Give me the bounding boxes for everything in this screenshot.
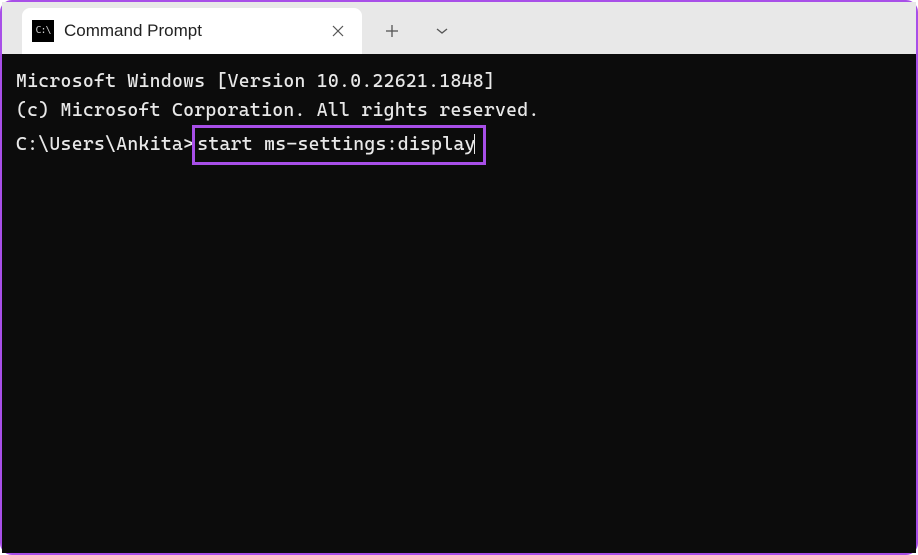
close-icon	[332, 25, 344, 37]
tab-dropdown-button[interactable]	[420, 12, 464, 50]
text-cursor	[474, 134, 476, 154]
terminal-output[interactable]: Microsoft Windows [Version 10.0.22621.18…	[2, 54, 916, 553]
plus-icon	[385, 24, 399, 38]
new-tab-button[interactable]	[370, 12, 414, 50]
command-text: start ms-settings:display	[197, 134, 476, 155]
chevron-down-icon	[435, 27, 449, 35]
cmd-icon-glyph: C:\	[35, 26, 50, 36]
prompt-line: C:\Users\Ankita>start ms-settings:displa…	[16, 125, 902, 165]
close-tab-button[interactable]	[324, 17, 352, 45]
prompt-text: C:\Users\Ankita>	[16, 134, 194, 155]
tab-command-prompt[interactable]: C:\ Command Prompt	[22, 8, 362, 54]
tab-actions	[370, 8, 464, 54]
tab-bar: C:\ Command Prompt	[2, 2, 916, 54]
cmd-icon: C:\	[32, 20, 54, 42]
tab-title: Command Prompt	[64, 21, 324, 41]
copyright-line: (c) Microsoft Corporation. All rights re…	[16, 97, 902, 126]
version-line: Microsoft Windows [Version 10.0.22621.18…	[16, 68, 902, 97]
command-highlight: start ms-settings:display	[192, 125, 486, 165]
